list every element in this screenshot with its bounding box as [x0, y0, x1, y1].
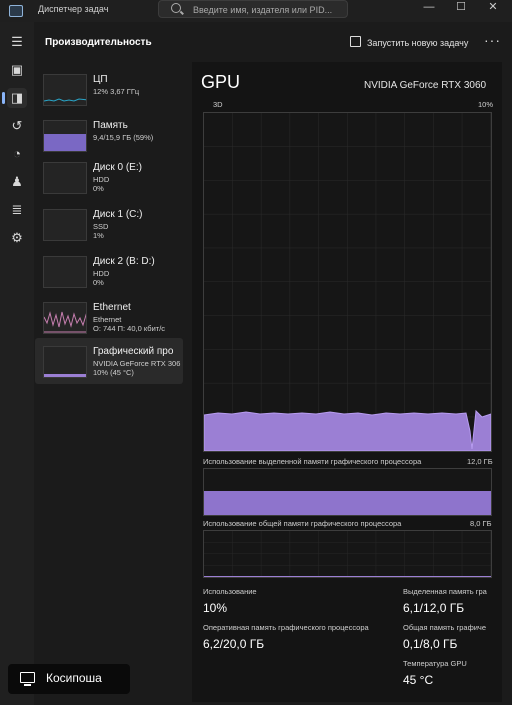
gpu-title: GPU	[201, 72, 241, 92]
new-task-icon	[350, 36, 361, 47]
app-title: Диспетчер задач	[38, 4, 109, 14]
shared-stat-label: Общая память графиче	[403, 623, 487, 632]
device-name: Диск 0 (E:)	[93, 162, 142, 173]
device-disk-2[interactable]: Диск 2 (B: D:) HDD 0%	[35, 248, 183, 294]
device-gpu[interactable]: Графический про NVIDIA GeForce RTX 306 1…	[35, 338, 183, 384]
shared-stat-value: 0,1/8,0 ГБ	[403, 637, 458, 651]
gpu-memory-label: Оперативная память графического процессо…	[203, 623, 369, 632]
device-disk-1[interactable]: Диск 1 (C:) SSD 1%	[35, 201, 183, 247]
device-usage: 1%	[93, 231, 104, 240]
gpu-thumbnail	[43, 346, 87, 378]
run-new-task-label: Запустить новую задачу	[367, 38, 469, 48]
nav-sidebar: ☰ ▣ ◨ ↺ ◔ ♟ ≣ ⚙	[0, 22, 34, 705]
maximize-button[interactable]: ☐	[446, 0, 476, 18]
device-disk-0[interactable]: Диск 0 (E:) HDD 0%	[35, 154, 183, 200]
dedicated-stat-label: Выделенная память гра	[403, 587, 487, 596]
cpu-thumbnail	[43, 74, 87, 106]
title-bar: Диспетчер задач — ☐ ✕	[0, 0, 512, 22]
device-name: Ethernet	[93, 302, 131, 313]
menu-icon[interactable]: ☰	[7, 32, 27, 52]
users-icon[interactable]: ♟	[7, 172, 27, 192]
monitor-icon	[20, 672, 35, 686]
dedicated-memory-graph	[203, 468, 492, 516]
disk1-thumbnail	[43, 209, 87, 241]
performance-icon[interactable]: ◨	[2, 88, 27, 108]
startup-icon[interactable]: ◔	[7, 144, 27, 164]
device-name: Диск 2 (B: D:)	[93, 256, 155, 267]
device-memory[interactable]: Память 9,4/15,9 ГБ (59%)	[35, 112, 183, 158]
gpu-model-name: NVIDIA GeForce RTX 3060	[364, 80, 487, 91]
temperature-label: Температура GPU	[403, 659, 467, 668]
dedicated-stat-value: 6,1/12,0 ГБ	[403, 601, 465, 615]
shared-memory-max: 8,0 ГБ	[470, 519, 492, 528]
engine-label: 3D	[213, 100, 223, 109]
device-name: Графический про	[93, 346, 174, 357]
gpu-engine-graph	[203, 112, 492, 452]
device-usage: 10% (45 °C)	[93, 368, 134, 377]
task-manager-icon	[9, 5, 23, 17]
engine-max: 10%	[478, 100, 494, 109]
device-name: Диск 1 (C:)	[93, 209, 143, 220]
device-type: SSD	[93, 222, 109, 231]
more-options-button[interactable]: ···	[484, 32, 501, 48]
temperature-value: 45 °C	[403, 673, 434, 687]
history-icon[interactable]: ↺	[7, 116, 27, 136]
dedicated-memory-max: 12,0 ГБ	[467, 457, 493, 466]
ethernet-thumbnail	[43, 302, 87, 334]
device-type: Ethernet	[93, 315, 122, 324]
usage-value: 10%	[203, 601, 228, 615]
memory-thumbnail	[43, 120, 87, 152]
device-toast[interactable]: Косипоша	[8, 664, 130, 694]
run-new-task-button[interactable]: Запустить новую задачу	[350, 36, 468, 48]
device-throughput: О: 744 П: 40,0 кбит/с	[93, 324, 166, 333]
search-icon	[171, 3, 181, 13]
details-icon[interactable]: ≣	[7, 200, 27, 220]
shared-memory-label: Использование общей памяти графического …	[203, 519, 402, 528]
disk0-thumbnail	[43, 162, 87, 194]
device-cpu[interactable]: ЦП 12% 3,67 ГГц	[35, 66, 183, 112]
device-detail: 9,4/15,9 ГБ (59%)	[93, 133, 154, 142]
device-usage: 0%	[93, 278, 104, 287]
device-type: HDD	[93, 175, 110, 184]
gpu-memory-value: 6,2/20,0 ГБ	[203, 637, 265, 651]
disk2-thumbnail	[43, 256, 87, 288]
device-type: HDD	[93, 269, 110, 278]
minimize-button[interactable]: —	[414, 0, 444, 18]
search-input[interactable]	[191, 2, 345, 18]
close-button[interactable]: ✕	[478, 0, 508, 18]
toast-label: Косипоша	[46, 671, 102, 685]
device-name: Память	[93, 120, 128, 131]
usage-label: Использование	[203, 587, 257, 596]
processes-icon[interactable]: ▣	[7, 60, 27, 80]
device-name: ЦП	[93, 74, 108, 85]
shared-memory-graph	[203, 530, 492, 578]
services-icon[interactable]: ⚙	[7, 228, 27, 248]
device-detail: 12% 3,67 ГГц	[93, 87, 140, 96]
page-title: Производительность	[45, 37, 152, 48]
device-usage: 0%	[93, 184, 104, 193]
device-ethernet[interactable]: Ethernet Ethernet О: 744 П: 40,0 кбит/с	[35, 294, 183, 340]
dedicated-memory-label: Использование выделенной памяти графичес…	[203, 457, 422, 466]
device-model: NVIDIA GeForce RTX 306	[93, 359, 181, 368]
search-box[interactable]	[158, 0, 348, 18]
